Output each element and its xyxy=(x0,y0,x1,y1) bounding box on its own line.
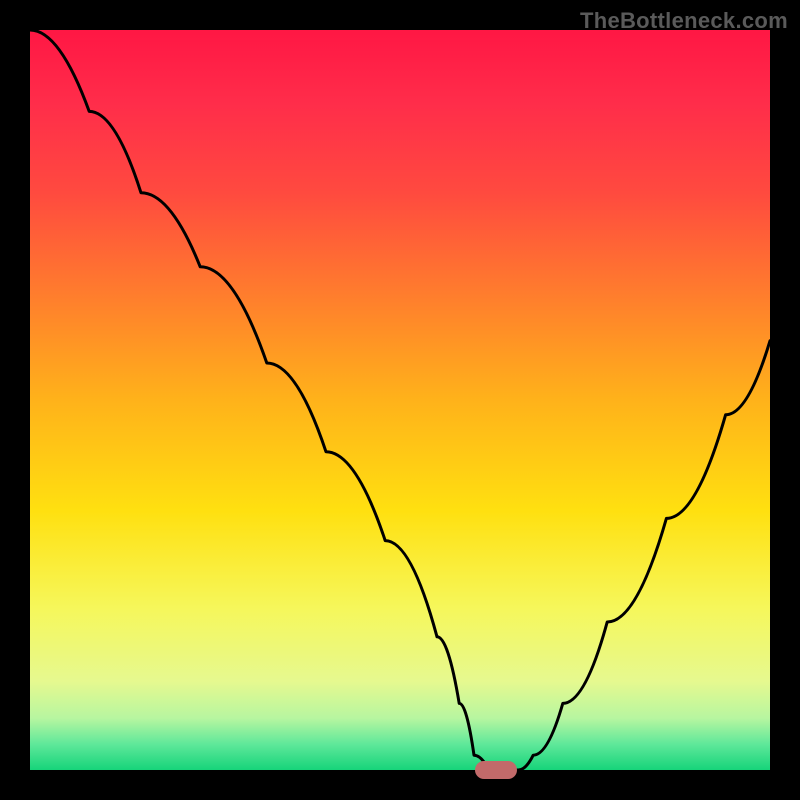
plot-area xyxy=(30,30,770,770)
chart-svg xyxy=(0,0,800,800)
watermark-text: TheBottleneck.com xyxy=(580,8,788,34)
bottleneck-chart: TheBottleneck.com xyxy=(0,0,800,800)
optimum-marker xyxy=(475,761,517,779)
